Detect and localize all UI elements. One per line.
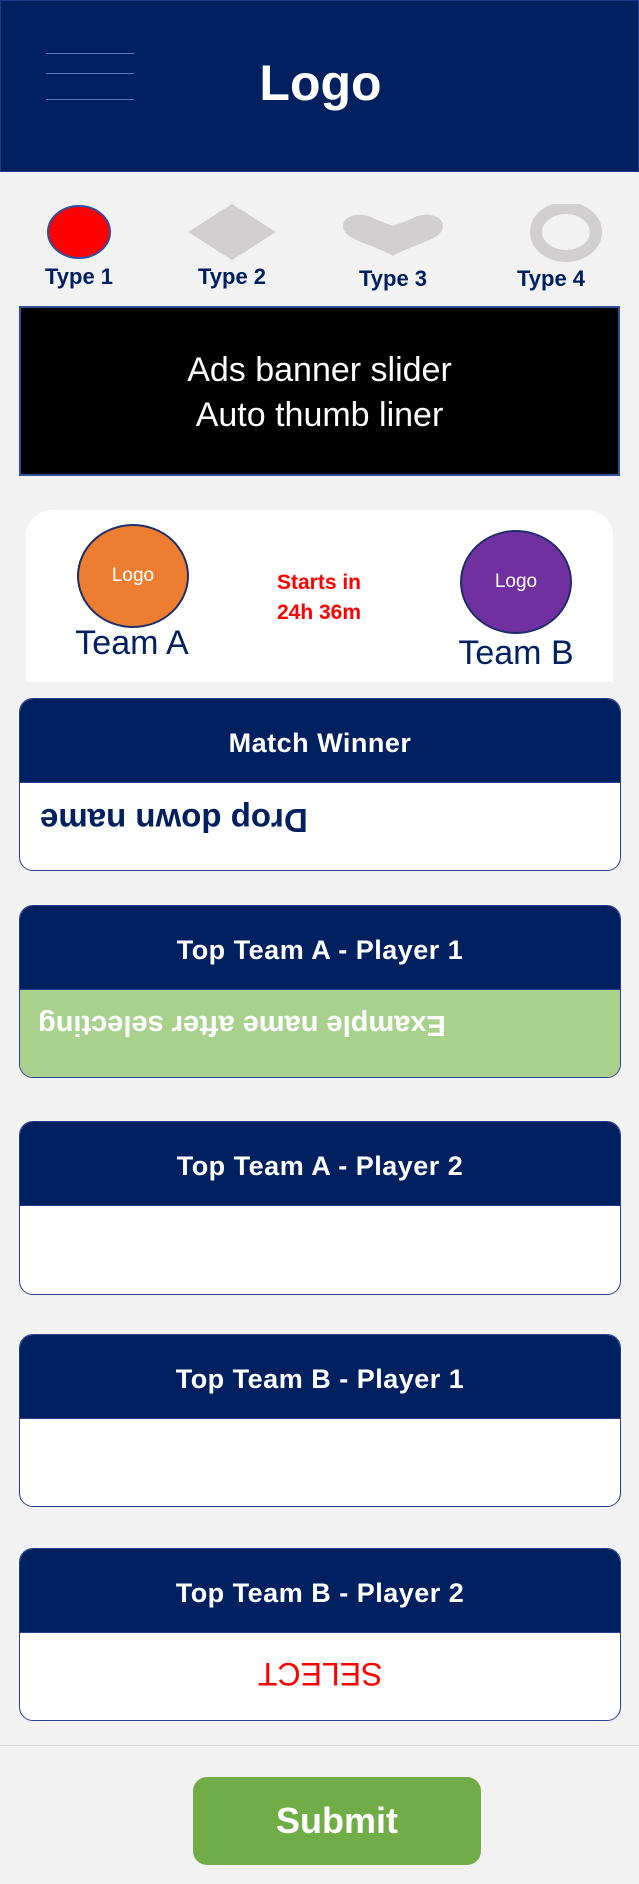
app-header: Logo	[0, 0, 639, 172]
team-a-player-2-section: Top Team A - Player 2	[19, 1121, 621, 1295]
match-countdown: Starts in 24h 36m	[239, 568, 399, 628]
type-3-label: Type 3	[358, 266, 428, 291]
team-b-player-1-section: Top Team B - Player 1	[19, 1334, 621, 1507]
team-b-player-2-dropdown[interactable]: SELECT	[20, 1633, 620, 1720]
section-title: Top Team A - Player 1	[20, 906, 620, 990]
ads-banner-slider[interactable]: Ads banner slider Auto thumb liner	[19, 306, 620, 476]
select-placeholder: SELECT	[257, 1656, 383, 1692]
heart-icon	[343, 214, 443, 256]
type-2-label: Type 2	[197, 264, 267, 289]
team-b-player-1-dropdown[interactable]	[20, 1419, 620, 1506]
section-title: Top Team A - Player 2	[20, 1122, 620, 1206]
team-a-logo: Logo	[77, 524, 189, 628]
match-winner-section: Match Winner Drop down name	[19, 698, 621, 871]
match-winner-dropdown[interactable]: Drop down name	[20, 783, 620, 870]
circle-icon	[47, 205, 111, 259]
team-b-player-2-section: Top Team B - Player 2 SELECT	[19, 1548, 621, 1721]
selected-value: Example name after selecting	[38, 1009, 446, 1041]
match-card: Logo Team A Starts in 24h 36m Logo Team …	[26, 510, 613, 682]
team-a-name: Team A	[75, 624, 189, 662]
section-title: Match Winner	[20, 699, 620, 783]
team-b-name: Team B	[458, 634, 574, 672]
submit-button[interactable]: Submit	[193, 1777, 481, 1865]
type-4-label: Type 4	[516, 266, 586, 291]
team-b-logo: Logo	[460, 530, 572, 634]
team-a-player-2-dropdown[interactable]	[20, 1206, 620, 1293]
app-logo: Logo	[259, 55, 382, 111]
team-a-player-1-dropdown[interactable]: Example name after selecting	[20, 990, 620, 1077]
ring-icon	[530, 204, 602, 262]
diamond-icon	[188, 204, 276, 260]
dropdown-value: Drop down name	[40, 802, 308, 839]
section-title: Top Team B - Player 2	[20, 1549, 620, 1633]
countdown-label: Starts in	[276, 571, 362, 594]
banner-line-1: Ads banner slider	[187, 351, 452, 389]
section-title: Top Team B - Player 1	[20, 1335, 620, 1419]
countdown-time: 24h 36m	[276, 601, 362, 624]
banner-line-2: Auto thumb liner	[195, 396, 444, 434]
team-a-player-1-section: Top Team A - Player 1 Example name after…	[19, 905, 621, 1078]
type-1-label: Type 1	[44, 264, 114, 289]
footer-divider	[0, 1745, 639, 1746]
